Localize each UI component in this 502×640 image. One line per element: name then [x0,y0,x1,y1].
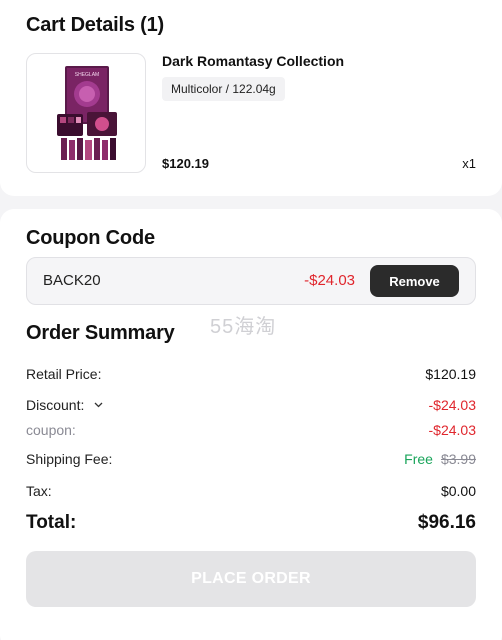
coupon-title: Coupon Code [26,227,155,249]
coupon-amount: -$24.03 [304,272,355,289]
retail-price-row: Retail Price: $120.19 [26,366,476,386]
shipping-fee-value: Free [404,451,433,467]
product-name[interactable]: Dark Romantasy Collection [162,53,344,69]
discount-label: Discount: [26,397,85,413]
coupon-discount-row: coupon: -$24.03 [26,422,476,442]
retail-price-label: Retail Price: [26,366,102,382]
variant-chip: Multicolor / 122.04g [162,77,285,101]
coupon-discount-label: coupon: [26,422,76,438]
image-brand-text: SHEGLAM [75,72,99,78]
tax-label: Tax: [26,483,52,499]
cart-details-card: Cart Details (1) SHEGLAM Dark Romantasy … [0,0,502,196]
shipping-fee-value-group: Free $3.99 [404,451,476,467]
discount-toggle[interactable]: Discount: [26,397,103,413]
chevron-down-icon [94,402,103,408]
watermark-text: 55海淘 [210,316,277,338]
shipping-fee-label: Shipping Fee: [26,451,113,467]
coupon-code: BACK20 [43,272,101,289]
item-quantity: x1 [462,156,476,171]
shipping-fee-row: Shipping Fee: Free $3.99 [26,451,476,471]
total-label: Total: [26,512,77,533]
tax-row: Tax: $0.00 [26,483,476,503]
tax-value: $0.00 [440,483,476,499]
retail-price-value: $120.19 [425,366,476,382]
shipping-original-price: $3.99 [440,451,476,467]
coupon-box: BACK20 -$24.03 Remove [26,257,476,305]
cart-title: Cart Details (1) [26,14,164,36]
total-row: Total: $96.16 [26,512,476,538]
product-photo-icon: SHEGLAM [57,66,117,160]
item-price: $120.19 [162,156,209,171]
discount-value: -$24.03 [428,397,476,413]
order-summary-title: Order Summary [26,322,175,344]
coupon-discount-value: -$24.03 [428,422,476,438]
product-image[interactable]: SHEGLAM [26,53,146,173]
remove-coupon-button[interactable]: Remove [370,265,459,297]
total-value: $96.16 [417,512,476,533]
coupon-summary-card: Coupon Code BACK20 -$24.03 Remove 55海淘 O… [0,209,502,640]
place-order-button[interactable]: PLACE ORDER [26,551,476,607]
discount-row[interactable]: Discount: -$24.03 [26,397,476,417]
